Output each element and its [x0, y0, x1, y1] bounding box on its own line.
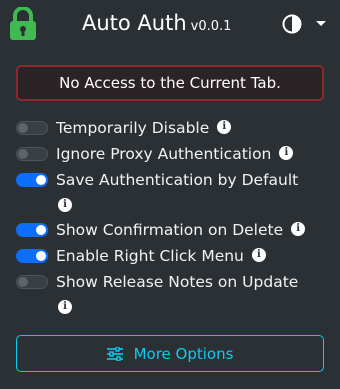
option-label-text: Ignore Proxy Authentication: [56, 145, 272, 163]
option-label: Save Authentication by Default: [56, 168, 298, 192]
info-icon[interactable]: i: [291, 221, 306, 236]
option-label-text: Save Authentication by Default: [56, 171, 299, 189]
option-label: Enable Right Click Menu i: [56, 244, 266, 268]
app-version: v0.0.1: [190, 19, 232, 34]
padlock-icon: [10, 7, 36, 40]
option-label-text: Enable Right Click Menu: [56, 247, 244, 265]
toggle-knob: [18, 277, 28, 287]
info-icon[interactable]: i: [251, 247, 266, 262]
info-icon[interactable]: i: [58, 198, 72, 212]
toggle-knob: [36, 225, 46, 235]
app-name: Auto Auth: [82, 11, 187, 35]
option-label-text: Temporarily Disable: [56, 119, 210, 137]
chevron-down-icon: [316, 21, 326, 26]
contrast-icon: [282, 14, 302, 34]
more-options-label: More Options: [133, 344, 234, 363]
app-title: Auto Auth v0.0.1: [82, 9, 231, 41]
toggle-knob: [36, 175, 46, 185]
info-icon[interactable]: i: [279, 145, 294, 160]
toggle-knob: [36, 251, 46, 261]
toggle-knob: [18, 123, 28, 133]
alert-message: No Access to the Current Tab.: [59, 74, 281, 92]
temporarily-disable-toggle[interactable]: [16, 121, 48, 135]
option-label: Show Release Notes on Update: [56, 270, 298, 294]
option-label: Ignore Proxy Authentication i: [56, 142, 294, 166]
no-access-alert: No Access to the Current Tab.: [16, 65, 324, 101]
release-notes-toggle[interactable]: [16, 275, 48, 289]
theme-toggle-button[interactable]: [280, 11, 330, 37]
save-auth-default-toggle[interactable]: [16, 173, 48, 187]
sliders-icon: [106, 346, 123, 361]
popup: Auto Auth v0.0.1 No Access to the Current…: [0, 0, 340, 389]
right-click-menu-toggle[interactable]: [16, 249, 48, 263]
option-label: Temporarily Disable i: [56, 116, 232, 140]
confirm-delete-toggle[interactable]: [16, 223, 48, 237]
ignore-proxy-auth-toggle[interactable]: [16, 147, 48, 161]
toggle-knob: [18, 149, 28, 159]
info-icon[interactable]: i: [58, 300, 72, 314]
option-label-text: Show Confirmation on Delete: [56, 221, 284, 239]
option-label-text: Show Release Notes on Update: [56, 273, 299, 291]
more-options-button[interactable]: More Options: [16, 335, 324, 372]
header: Auto Auth v0.0.1: [0, 0, 340, 50]
option-label: Show Confirmation on Delete i: [56, 218, 306, 242]
info-icon[interactable]: i: [217, 119, 232, 134]
